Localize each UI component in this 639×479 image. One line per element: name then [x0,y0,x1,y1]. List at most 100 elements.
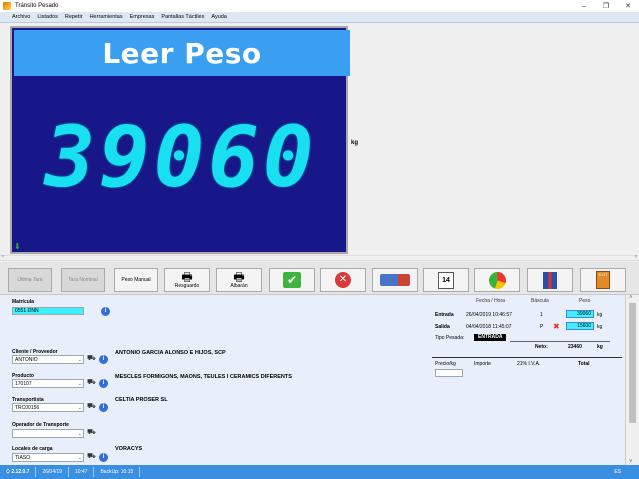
status-backup: BackUp: 10:15 [94,467,141,477]
neto-value: 23460 [568,344,582,350]
transportista-value: TRC00156 [15,405,40,411]
exit-door-icon: EXIT [596,271,610,289]
calendar-icon: 14 [438,271,454,289]
cliente-truck-icon[interactable]: ⛟ [87,354,96,363]
transportista-truck-icon[interactable]: ⛟ [87,402,96,411]
producto-name: MESCLES FORMIGONS, MAONS, TEULES I CERAM… [115,374,292,380]
truck-icon [380,274,410,286]
chevron-down-icon: ⌄ [77,381,82,387]
neto-label: Neto: [535,344,548,350]
entrada-unit: kg [597,312,603,318]
minimize-button[interactable]: – [573,0,595,12]
ultima-tara-button[interactable]: Última Tara [8,268,52,292]
printer-icon: 🖶 [233,270,245,284]
cancel-button[interactable]: ✕ [320,268,366,292]
tipo-pesada-label: Tipo Pesada: [435,335,465,341]
locales-info-icon[interactable]: i [99,453,108,462]
locales-name: VORACYS [115,446,143,452]
cliente-info-icon[interactable]: i [99,355,108,364]
exit-button[interactable]: EXIT [580,268,626,292]
salida-fecha: 04/04/2018 11:45:07 [466,324,512,330]
menu-archivo[interactable]: Archivo [12,14,30,20]
scroll-up-icon[interactable]: ˄ [629,295,633,301]
entrada-peso: 39060 [566,310,594,318]
menu-herramientas[interactable]: Herramientas [90,14,123,20]
delete-weight-icon[interactable]: ✖ [553,322,560,331]
producto-info-icon[interactable]: i [99,379,108,388]
matricula-input[interactable]: 0551-DNN [12,307,84,315]
read-weight-title: Leer Peso [102,36,262,70]
tara-nominal-label: Tara Nominal [68,277,98,283]
pie-chart-icon [488,271,506,289]
maximize-button[interactable]: ❐ [595,0,617,12]
locales-truck-icon[interactable]: ⛟ [87,452,96,461]
truck-button[interactable] [372,268,418,292]
window-title: Tránsito Pesado [15,3,59,9]
transportista-info-icon[interactable]: i [99,403,108,412]
salida-unit: kg [597,324,603,330]
menu-empresas[interactable]: Empresas [130,14,155,20]
locales-value: TIASO [15,455,31,461]
albaran-label: Albarán [230,283,248,289]
status-version: ⛭ 2.12.0.7 [0,467,37,477]
status-language: ES [614,469,621,475]
users-button[interactable] [527,268,573,292]
scroll-right-icon[interactable]: › [635,254,637,260]
salida-peso: 15600 [566,322,594,330]
chevron-down-icon: ⌄ [77,455,82,461]
total-label: Total [578,361,590,367]
weight-readout: 39060 [12,108,350,206]
toolbar: Última Tara Tara Nominal Peso Manual 🖶 R… [0,262,639,295]
precio-input[interactable] [435,369,463,377]
scroll-left-icon[interactable]: ‹ [2,254,4,260]
locales-label: Locales de carga [12,446,53,452]
operador-select[interactable]: ⌄ [12,429,84,438]
chevron-down-icon: ⌄ [77,431,82,437]
title-bar: Tránsito Pesado – ❐ ✕ [0,0,639,12]
transportista-select[interactable]: TRC00156 ⌄ [12,403,84,412]
accept-button[interactable]: ✔ [269,268,315,292]
col-fecha-header: Fecha / Hora [476,298,505,304]
importe-label: Importe [474,361,491,367]
cancel-icon: ✕ [335,272,351,288]
scroll-thumb[interactable] [629,303,636,423]
matricula-info-icon[interactable]: i [101,307,110,316]
check-icon: ✔ [283,272,301,288]
operador-label: Operador de Transporte [12,422,69,428]
menu-ayuda[interactable]: Ayuda [211,14,227,20]
statistics-button[interactable] [474,268,520,292]
producto-value: 170107 [15,381,32,387]
menu-bar: Archivo Listados Repetir Herramientas Em… [0,12,639,23]
chevron-down-icon: ⌄ [77,357,82,363]
status-bar: ⛭ 2.12.0.7 26/04/19 10:47 BackUp: 10:15 … [0,465,639,479]
weighing-form: Matrícula 0551-DNN i Cliente / Proveedor… [0,295,625,465]
iva-label: 21% I.V.A. [517,361,541,367]
neto-divider [510,341,610,342]
tara-nominal-button[interactable]: Tara Nominal [61,268,105,292]
producto-truck-icon[interactable]: ⛟ [87,378,96,387]
horizontal-scrollbar[interactable]: ‹ › [0,254,639,261]
resguardo-button[interactable]: 🖶 Resguardo [164,268,210,292]
weight-value: 39060 [44,108,318,206]
operador-truck-icon[interactable]: ⛟ [87,428,96,437]
weight-unit: kg [351,140,359,146]
menu-repetir[interactable]: Repetir [65,14,83,20]
resguardo-label: Resguardo [174,283,200,289]
entrada-bascula: 1 [540,312,543,318]
printer-icon: 🖶 [181,270,193,284]
read-weight-header[interactable]: Leer Peso [14,30,350,76]
menu-listados[interactable]: Listados [37,14,58,20]
price-divider [432,357,622,358]
albaran-button[interactable]: 🖶 Albarán [216,268,262,292]
locales-select[interactable]: TIASO ⌄ [12,453,84,462]
producto-select[interactable]: 170107 ⌄ [12,379,84,388]
cliente-select[interactable]: ANTONIO ⌄ [12,355,84,364]
peso-manual-button[interactable]: Peso Manual [114,268,158,292]
close-button[interactable]: ✕ [617,0,639,12]
matricula-label: Matrícula [12,299,34,305]
peso-manual-label: Peso Manual [121,277,151,283]
col-bascula-header: Báscula [531,298,549,304]
calendar-button[interactable]: 14 [423,268,469,292]
menu-pantallas-tactiles[interactable]: Pantallas Táctiles [161,14,204,20]
vertical-scrollbar[interactable]: ˄ ˅ [625,295,639,465]
